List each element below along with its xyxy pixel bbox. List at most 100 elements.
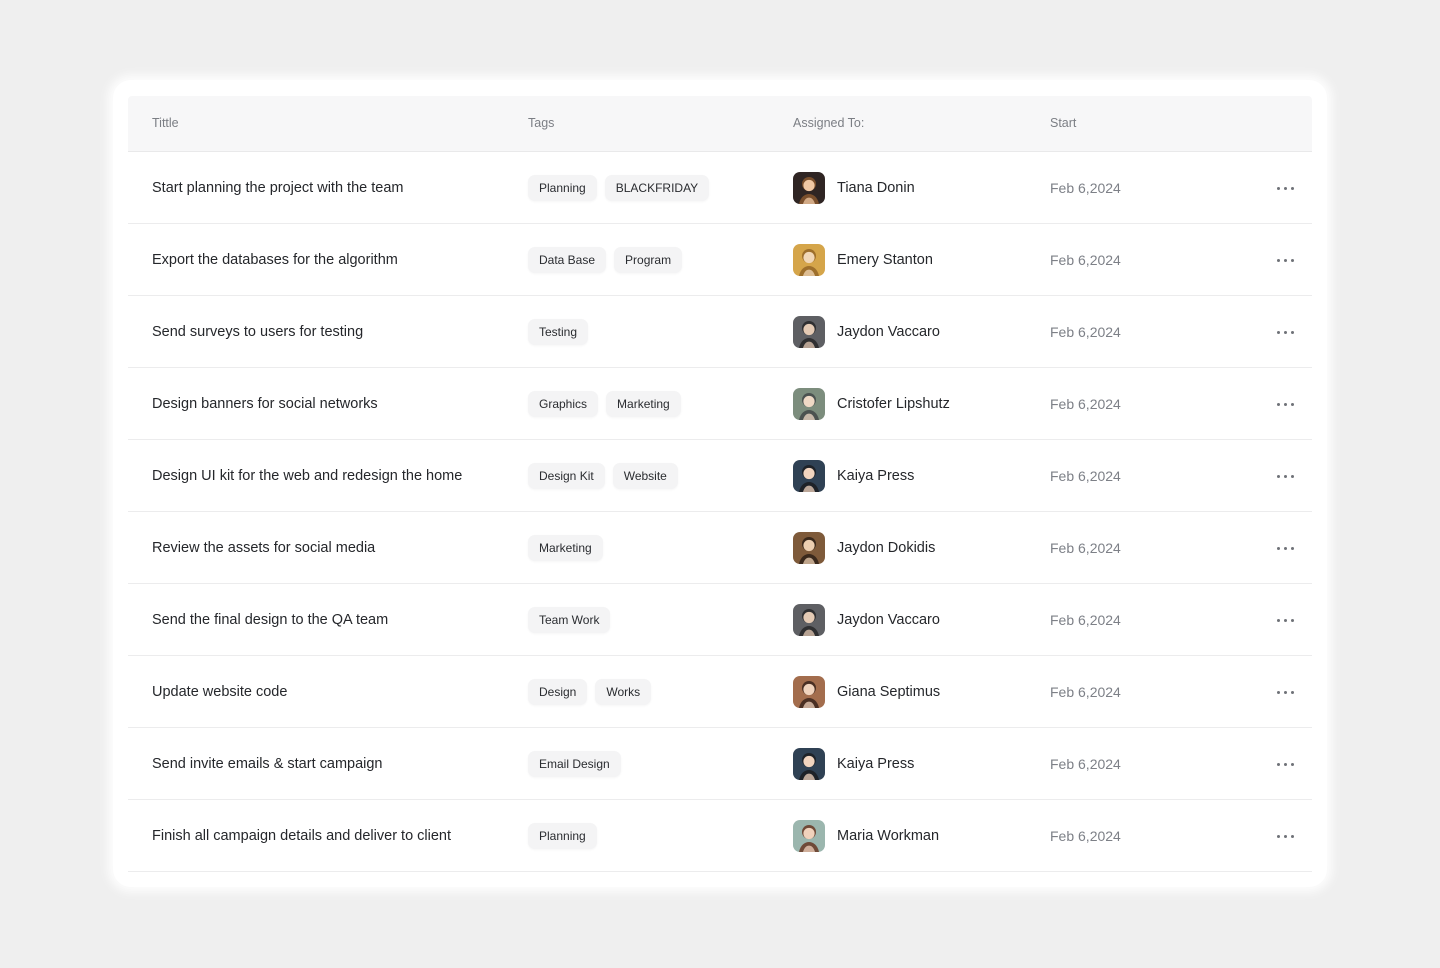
assignee-cell: Jaydon Vaccaro — [793, 584, 940, 655]
start-cell: Feb 6,2024 — [1050, 728, 1121, 799]
more-horizontal-icon — [1276, 474, 1294, 478]
assignee-name[interactable]: Tiana Donin — [837, 180, 915, 196]
task-title[interactable]: Send invite emails & start campaign — [152, 756, 383, 772]
tags-cell: Graphics Marketing — [528, 368, 681, 439]
tag-chip[interactable]: Marketing — [528, 534, 603, 561]
title-cell: Send invite emails & start campaign — [152, 728, 383, 799]
more-horizontal-icon — [1276, 762, 1294, 766]
more-horizontal-icon — [1276, 402, 1294, 406]
table-row[interactable]: Update website code Design Works Giana Se… — [128, 656, 1312, 728]
header-title[interactable]: Tittle — [152, 96, 179, 151]
tag-list: Testing — [528, 318, 589, 345]
assignee-name[interactable]: Jaydon Dokidis — [837, 540, 935, 556]
more-options-button[interactable] — [1268, 752, 1302, 776]
title-cell: Review the assets for social media — [152, 512, 375, 583]
more-options-button[interactable] — [1268, 392, 1302, 416]
tag-chip[interactable]: Graphics — [528, 390, 599, 417]
task-title[interactable]: Finish all campaign details and deliver … — [152, 828, 451, 844]
more-options-button[interactable] — [1268, 608, 1302, 632]
more-options-button[interactable] — [1268, 536, 1302, 560]
more-options-button[interactable] — [1268, 320, 1302, 344]
assignee-name[interactable]: Kaiya Press — [837, 756, 914, 772]
start-cell: Feb 6,2024 — [1050, 584, 1121, 655]
more-horizontal-icon — [1276, 186, 1294, 190]
table-row[interactable]: Review the assets for social media Marke… — [128, 512, 1312, 584]
more-options-button[interactable] — [1268, 248, 1302, 272]
tags-cell: Email Design — [528, 728, 621, 799]
table-row[interactable]: Send the final design to the QA team Tea… — [128, 584, 1312, 656]
task-title[interactable]: Export the databases for the algorithm — [152, 252, 398, 268]
assignee-name[interactable]: Giana Septimus — [837, 684, 940, 700]
more-options-button[interactable] — [1268, 680, 1302, 704]
tag-chip[interactable]: Works — [595, 678, 652, 705]
avatar — [793, 747, 825, 780]
table-row[interactable]: Design UI kit for the web and redesign t… — [128, 440, 1312, 512]
tag-chip[interactable]: Planning — [528, 822, 597, 849]
header-start[interactable]: Start — [1050, 96, 1076, 151]
assignee-cell: Jaydon Dokidis — [793, 512, 935, 583]
tag-chip[interactable]: Planning — [528, 174, 597, 201]
tag-chip[interactable]: Program — [614, 246, 683, 273]
tag-chip[interactable]: Data Base — [528, 246, 607, 273]
tags-cell: Testing — [528, 296, 589, 367]
tag-list: Design Kit Website — [528, 462, 678, 489]
task-title[interactable]: Design banners for social networks — [152, 396, 378, 412]
task-title[interactable]: Review the assets for social media — [152, 540, 375, 556]
assignee-name[interactable]: Maria Workman — [837, 828, 939, 844]
header-assigned-to[interactable]: Assigned To: — [793, 96, 864, 151]
start-date: Feb 6,2024 — [1050, 467, 1121, 484]
assignee-cell: Maria Workman — [793, 800, 939, 871]
assignee-name[interactable]: Emery Stanton — [837, 252, 933, 268]
table-row[interactable]: Send surveys to users for testing Testin… — [128, 296, 1312, 368]
tag-chip[interactable]: Website — [612, 462, 678, 489]
tag-chip[interactable]: Design Kit — [528, 462, 605, 489]
start-date: Feb 6,2024 — [1050, 395, 1121, 412]
tag-chip[interactable]: Email Design — [528, 750, 621, 777]
table-row[interactable]: Send invite emails & start campaign Emai… — [128, 728, 1312, 800]
task-title[interactable]: Send the final design to the QA team — [152, 612, 388, 628]
start-date: Feb 6,2024 — [1050, 827, 1121, 844]
title-cell: Design banners for social networks — [152, 368, 378, 439]
more-options-button[interactable] — [1268, 464, 1302, 488]
tags-cell: Design Works — [528, 656, 652, 727]
start-cell: Feb 6,2024 — [1050, 656, 1121, 727]
tag-chip[interactable]: BLACKFRIDAY — [604, 174, 710, 201]
task-title[interactable]: Update website code — [152, 684, 287, 700]
task-title[interactable]: Design UI kit for the web and redesign t… — [152, 468, 462, 484]
assignee-name[interactable]: Cristofer Lipshutz — [837, 396, 950, 412]
task-title[interactable]: Start planning the project with the team — [152, 180, 403, 196]
start-cell: Feb 6,2024 — [1050, 800, 1121, 871]
more-options-button[interactable] — [1268, 824, 1302, 848]
table-row[interactable]: Export the databases for the algorithm D… — [128, 224, 1312, 296]
more-horizontal-icon — [1276, 546, 1294, 550]
task-table: Tittle Tags Assigned To: Start Start pla… — [128, 96, 1312, 872]
task-title[interactable]: Send surveys to users for testing — [152, 324, 363, 340]
tag-list: Data Base Program — [528, 246, 683, 273]
title-cell: Start planning the project with the team — [152, 152, 403, 223]
start-date: Feb 6,2024 — [1050, 611, 1121, 628]
assignee-name[interactable]: Jaydon Vaccaro — [837, 324, 940, 340]
table-row[interactable]: Start planning the project with the team… — [128, 152, 1312, 224]
tag-list: Graphics Marketing — [528, 390, 681, 417]
table-row[interactable]: Design banners for social networks Graph… — [128, 368, 1312, 440]
avatar — [793, 531, 825, 564]
start-date: Feb 6,2024 — [1050, 755, 1121, 772]
assignee-name[interactable]: Jaydon Vaccaro — [837, 612, 940, 628]
tags-cell: Marketing — [528, 512, 603, 583]
tag-chip[interactable]: Testing — [528, 318, 589, 345]
start-date: Feb 6,2024 — [1050, 539, 1121, 556]
avatar — [793, 387, 825, 420]
assignee-name[interactable]: Kaiya Press — [837, 468, 914, 484]
avatar — [793, 675, 825, 708]
tag-chip[interactable]: Team Work — [528, 606, 611, 633]
start-date: Feb 6,2024 — [1050, 683, 1121, 700]
assignee-cell: Kaiya Press — [793, 440, 914, 511]
tag-chip[interactable]: Design — [528, 678, 588, 705]
start-cell: Feb 6,2024 — [1050, 224, 1121, 295]
task-table-card: Tittle Tags Assigned To: Start Start pla… — [113, 80, 1327, 887]
header-tags[interactable]: Tags — [528, 96, 554, 151]
tag-chip[interactable]: Marketing — [606, 390, 681, 417]
table-row[interactable]: Finish all campaign details and deliver … — [128, 800, 1312, 872]
more-options-button[interactable] — [1268, 176, 1302, 200]
tags-cell: Planning — [528, 800, 597, 871]
